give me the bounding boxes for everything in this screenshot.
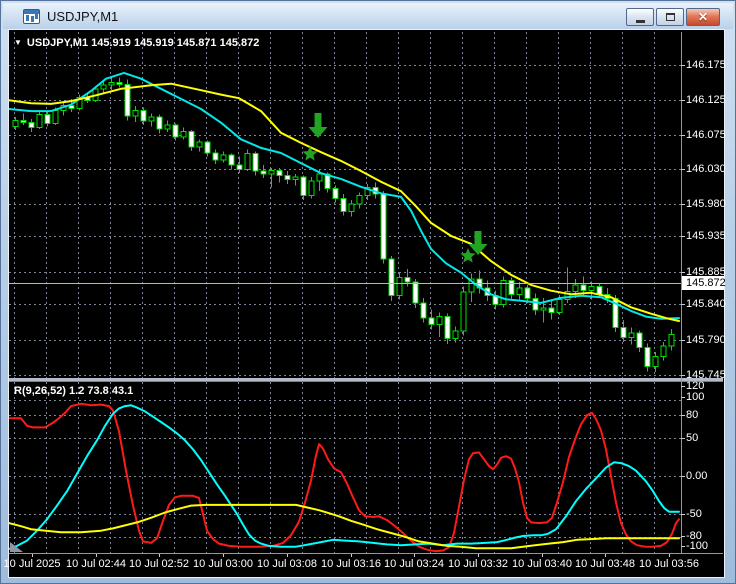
time-axis-label: 10 Jul 03:00 <box>193 558 253 570</box>
star-icon-1 <box>302 146 318 161</box>
chart-ohlc-header: ▼ USDJPY,M1 145.919 145.919 145.871 145.8… <box>14 37 259 49</box>
chart-window-icon <box>23 8 40 24</box>
current-price-box: 145.872 <box>682 276 726 290</box>
indicator-axis-label: 100 <box>686 391 705 403</box>
indicator-label: R(9,26,52) 1.2 73.8 43.1 <box>14 385 134 397</box>
close-button[interactable]: ✕ <box>686 8 720 26</box>
time-axis-label: 10 Jul 03:08 <box>257 558 317 570</box>
sell-arrow-icon-1 <box>308 113 328 138</box>
close-icon: ✕ <box>697 10 709 24</box>
symbol-dropdown-icon[interactable]: ▼ <box>14 38 22 47</box>
time-axis-label: 10 Jul 03:32 <box>448 558 508 570</box>
minimize-icon <box>635 19 645 23</box>
pane-divider[interactable] <box>9 378 723 381</box>
price-axis-label: 145.840 <box>686 298 726 310</box>
axis-ticks <box>32 65 685 557</box>
price-axis-label: 146.030 <box>686 163 726 175</box>
indicator-pane[interactable] <box>9 382 681 553</box>
main-chart-pane[interactable] <box>9 32 681 379</box>
indicator-axis-label: 50 <box>686 432 699 444</box>
indicator-axis-label: 0.00 <box>686 470 708 482</box>
chart-plot[interactable] <box>9 30 724 577</box>
minimize-button[interactable] <box>626 8 654 26</box>
maximize-button[interactable] <box>656 8 684 26</box>
price-axis-label: 145.935 <box>686 230 726 242</box>
header-high: 145.919 <box>133 37 174 49</box>
maximize-icon <box>665 13 675 21</box>
candles <box>12 77 675 373</box>
price-axis-label: 146.125 <box>686 94 726 106</box>
star-icon-2 <box>460 248 476 263</box>
header-symbol: USDJPY,M1 <box>26 37 89 49</box>
indicator-axis-label: 80 <box>686 409 699 421</box>
indicator-axis-label: -50 <box>686 508 702 520</box>
price-axis-label: 145.790 <box>686 334 726 346</box>
window-titlebar[interactable]: USDJPY,M1 ✕ <box>3 3 733 29</box>
time-axis-label: 10 Jul 03:48 <box>575 558 635 570</box>
price-axis-label: 145.980 <box>686 198 726 210</box>
price-axis-label: 146.175 <box>686 59 726 71</box>
mt4-chart-window: USDJPY,M1 ✕ ▼ USDJPY,M1 145.919 145.919 1… <box>0 0 736 584</box>
header-close: 145.872 <box>219 37 260 49</box>
time-axis-label: 10 Jul 03:56 <box>639 558 699 570</box>
time-axis-label: 10 Jul 03:24 <box>384 558 444 570</box>
header-open: 145.919 <box>91 37 131 49</box>
indicator-axis-label: -100 <box>686 540 709 552</box>
time-axis-label: 10 Jul 03:40 <box>512 558 572 570</box>
price-axis-label: 145.885 <box>686 266 726 278</box>
time-axis-label: 10 Jul 02:52 <box>129 558 189 570</box>
header-low: 145.871 <box>176 37 217 49</box>
time-axis-label: 10 Jul 2025 <box>3 558 61 570</box>
indicator-yellow-line <box>9 503 680 550</box>
window-title: USDJPY,M1 <box>47 8 119 24</box>
chart-client-area[interactable] <box>8 29 725 578</box>
price-axis-label: 146.075 <box>686 129 726 141</box>
time-axis-label: 10 Jul 02:44 <box>66 558 126 570</box>
time-axis-label: 10 Jul 03:16 <box>321 558 381 570</box>
